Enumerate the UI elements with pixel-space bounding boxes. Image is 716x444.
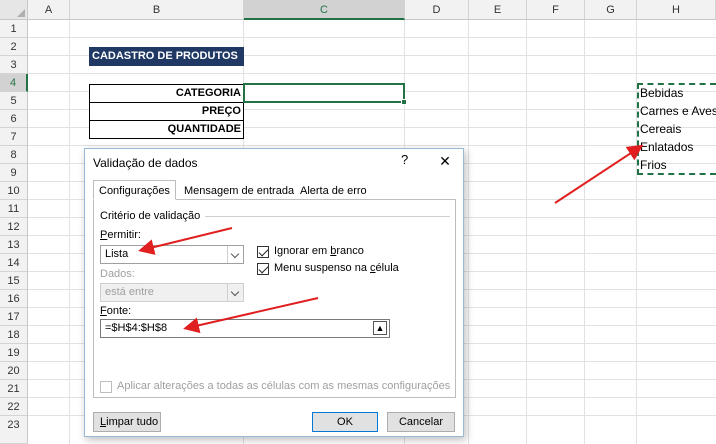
dialog-title: Validação de dados [93,156,198,170]
row-header[interactable]: 13 [0,236,28,254]
row-header[interactable]: 5 [0,92,28,110]
list-cell[interactable]: Carnes e Aves [640,102,716,121]
row-header-selected[interactable]: 4 [0,74,28,92]
list-cell[interactable]: Enlatados [640,138,693,157]
fill-handle[interactable] [401,99,407,105]
row-header[interactable]: 7 [0,128,28,146]
close-icon[interactable]: ✕ [432,151,458,171]
column-header-h[interactable]: H [637,0,716,20]
column-header-a[interactable]: A [28,0,70,20]
row-header[interactable]: 22 [0,398,28,416]
row-header[interactable]: 8 [0,146,28,164]
list-cell[interactable]: Cereais [640,120,681,139]
column-header-f[interactable]: F [527,0,585,20]
chevron-down-icon[interactable] [227,246,243,263]
permit-select[interactable]: Lista [100,245,244,264]
row-header[interactable]: 9 [0,164,28,182]
column-header-g[interactable]: G [585,0,637,20]
row-header[interactable]: 6 [0,110,28,128]
arrow-to-list [554,144,644,204]
grid-line [468,20,469,444]
row-header[interactable]: 23 [0,416,28,444]
permit-label: Permitir: [100,229,141,241]
ok-button[interactable]: OK [312,412,378,432]
row-header[interactable]: 14 [0,254,28,272]
clear-all-button[interactable]: Limpar tudo [93,412,161,432]
row-header[interactable]: 11 [0,200,28,218]
collapse-dialog-icon[interactable]: ▲ [373,321,387,335]
select-all-corner[interactable] [0,0,28,20]
source-label: Fonte: [100,305,132,317]
row-header[interactable]: 21 [0,380,28,398]
row-header[interactable]: 12 [0,218,28,236]
label-cell-quantidade[interactable]: QUANTIDADE [89,120,244,139]
column-header-e[interactable]: E [469,0,527,20]
grid-line [584,20,585,444]
tab-mensagem-de-entrada[interactable]: Mensagem de entrada [179,183,299,200]
row-header[interactable]: 20 [0,362,28,380]
apply-all-label: Aplicar alterações a todas as células co… [117,380,451,392]
tab-configuracoes[interactable]: Configurações [93,180,176,200]
dropdown-in-cell-label: Menu suspenso na célula [274,262,399,274]
select-all-icon [17,9,25,17]
grid-line [28,145,716,146]
list-cell[interactable]: Bebidas [640,84,683,103]
data-validation-dialog: Validação de dados ? ✕ Configurações Men… [84,148,464,437]
source-input[interactable]: =$H$4:$H$8 ▲ [100,319,390,338]
grid-line [28,37,716,38]
row-header[interactable]: 17 [0,308,28,326]
data-label: Dados: [100,268,135,280]
checkbox-checked-icon[interactable] [257,246,269,258]
data-select: está entre [100,283,244,302]
row-header[interactable]: 10 [0,182,28,200]
data-select-value: está entre [105,286,154,298]
row-header[interactable]: 18 [0,326,28,344]
label-cell-preco[interactable]: PREÇO [89,102,244,121]
label-cell-categoria[interactable]: CATEGORIA [89,84,244,103]
row-header[interactable]: 3 [0,56,28,74]
sheet-title-cell[interactable]: CADASTRO DE PRODUTOS [89,47,244,66]
grid-line [526,20,527,444]
list-cell[interactable]: Frios [640,156,667,175]
column-header-c[interactable]: C [244,0,405,20]
column-header-b[interactable]: B [70,0,244,20]
row-header[interactable]: 19 [0,344,28,362]
row-header[interactable]: 15 [0,272,28,290]
row-header[interactable]: 2 [0,38,28,56]
validation-criteria-label: Critério de validação [100,210,204,222]
help-icon[interactable]: ? [401,152,408,167]
checkbox-checked-icon[interactable] [257,263,269,275]
row-header[interactable]: 16 [0,290,28,308]
grid-line [69,20,70,444]
chevron-down-icon [227,284,243,301]
group-divider [205,216,450,217]
active-cell-c4[interactable] [243,83,407,105]
tab-alerta-de-erro[interactable]: Alerta de erro [295,183,372,200]
permit-select-value: Lista [105,248,129,260]
source-input-value: =$H$4:$H$8 [105,322,168,334]
grid-line [28,73,716,74]
column-header-d[interactable]: D [405,0,469,20]
ignore-blank-label: Ignorar em branco [274,245,364,257]
cancel-button[interactable]: Cancelar [387,412,455,432]
row-header[interactable]: 1 [0,20,28,38]
checkbox-unchecked-icon [100,381,112,393]
